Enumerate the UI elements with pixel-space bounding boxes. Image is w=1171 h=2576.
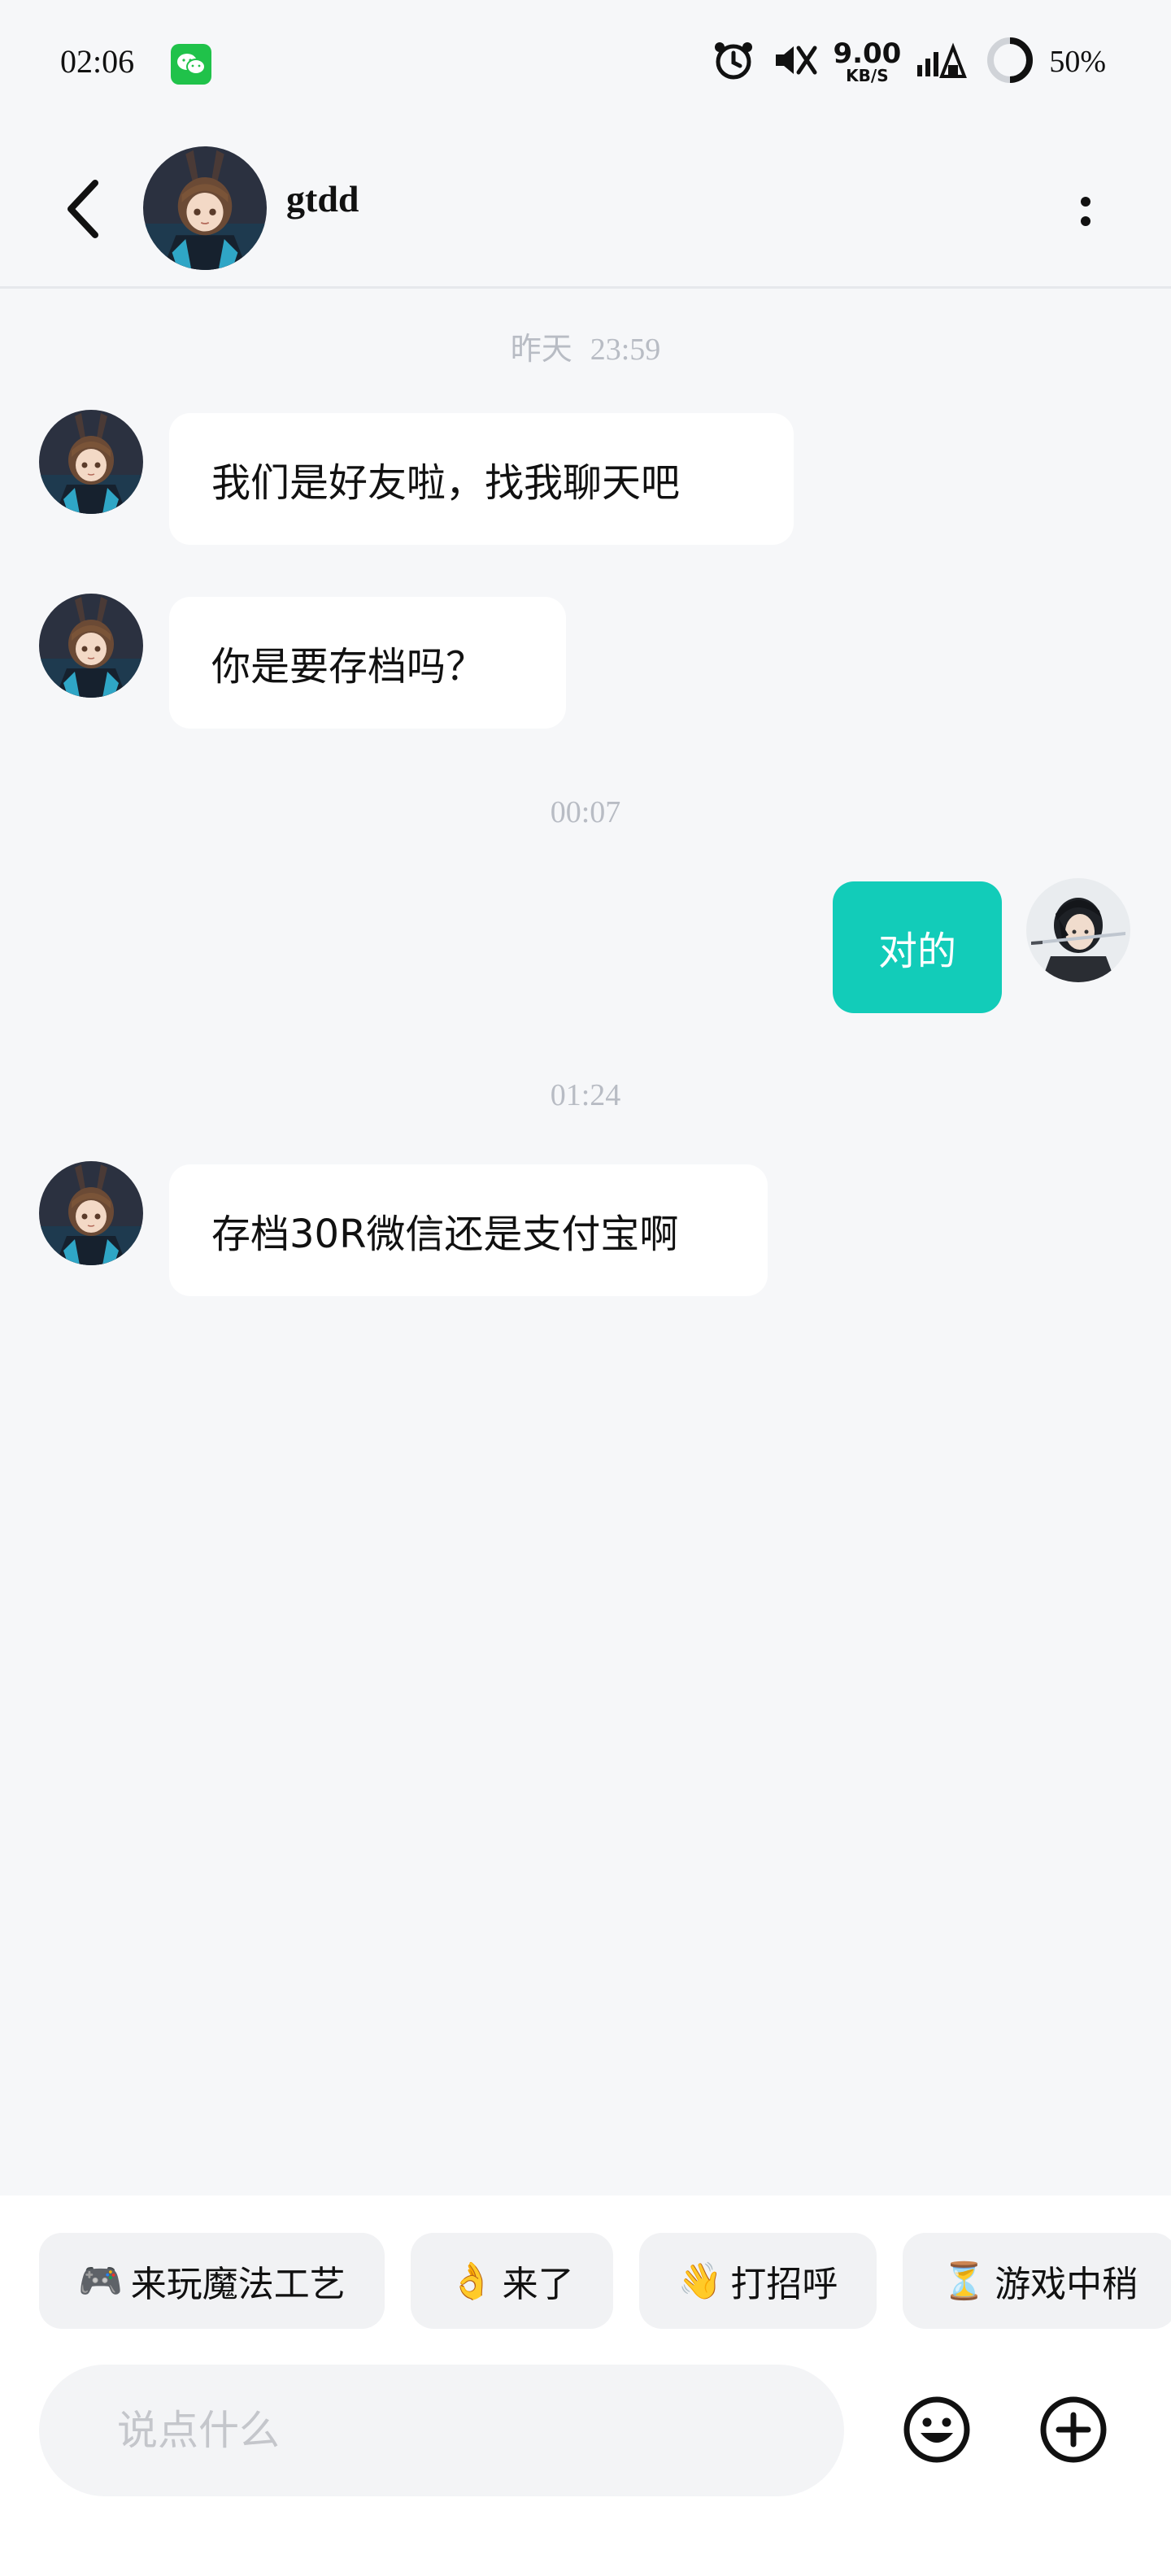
message-bubble-received[interactable]: 我们是好友啦，找我聊天吧 (169, 413, 794, 545)
contact-avatar[interactable] (143, 146, 267, 270)
signal-icon (916, 41, 971, 83)
quick-reply-chip[interactable]: 👌 来了 (410, 2233, 613, 2329)
more-actions-button[interactable] (1039, 2395, 1108, 2464)
timestamp-time: 00:07 (550, 795, 621, 829)
message-bubble-received[interactable]: 存档30R微信还是支付宝啊 (169, 1164, 768, 1296)
emoji-button[interactable] (903, 2395, 971, 2464)
net-speed-unit: KB/S (846, 66, 889, 85)
avatar[interactable] (39, 594, 143, 698)
contact-name[interactable]: gtdd (286, 177, 359, 220)
quick-reply-chip[interactable]: 👋 打招呼 (638, 2233, 877, 2329)
mute-icon (769, 40, 818, 84)
ok-hand-icon: 👌 (449, 2261, 494, 2302)
quick-reply-bar: 🎮 来玩魔法工艺 👌 来了 👋 打招呼 ⏳ 游戏中稍 (39, 2233, 1171, 2330)
quick-reply-chip[interactable]: ⏳ 游戏中稍 (903, 2233, 1171, 2329)
message-bubble-sent[interactable]: 对的 (833, 881, 1002, 1013)
status-bar: 02:06 9.00 KB/S 50% (0, 0, 1171, 130)
avatar[interactable] (39, 410, 143, 514)
smiley-face-icon (903, 2396, 970, 2463)
quick-reply-chip[interactable]: 🎮 来玩魔法工艺 (39, 2233, 385, 2329)
net-speed-value: 9.00 (833, 37, 902, 70)
add-circle-icon (1040, 2396, 1107, 2463)
vertical-dots-icon (1081, 197, 1090, 207)
message-text: 我们是好友啦，找我聊天吧 (211, 460, 681, 506)
chevron-left-icon (67, 180, 98, 238)
back-button[interactable] (50, 172, 115, 246)
my-avatar[interactable] (1026, 878, 1130, 982)
quick-reply-label: 游戏中稍 (995, 2264, 1138, 2305)
message-text: 存档30R微信还是支付宝啊 (211, 1212, 679, 1257)
timestamp-time: 23:59 (590, 333, 661, 367)
avatar[interactable] (39, 1161, 143, 1265)
quick-reply-label: 打招呼 (730, 2264, 838, 2305)
battery-icon (986, 36, 1034, 88)
message-text: 你是要存档吗？ (211, 644, 485, 690)
alarm-icon (712, 40, 755, 84)
battery-percent: 50% (1049, 45, 1106, 79)
gamepad-icon: 🎮 (78, 2261, 123, 2302)
composer-panel: 🎮 来玩魔法工艺 👌 来了 👋 打招呼 ⏳ 游戏中稍 (0, 2195, 1171, 2576)
waving-hand-icon: 👋 (677, 2261, 723, 2302)
more-options-button[interactable] (1057, 179, 1114, 244)
status-time: 02:06 (60, 43, 135, 80)
hourglass-icon: ⏳ (942, 2261, 987, 2302)
timestamp-divider: 01:24 (0, 1077, 1171, 1113)
message-bubble-received[interactable]: 你是要存档吗？ (169, 597, 566, 729)
quick-reply-label: 来了 (502, 2264, 574, 2305)
timestamp-time: 01:24 (550, 1078, 621, 1112)
status-icons: 9.00 KB/S 50% (712, 36, 1106, 88)
timestamp-divider: 昨天 23:59 (0, 324, 1171, 368)
message-text: 对的 (877, 929, 956, 974)
quick-reply-label: 来玩魔法工艺 (130, 2264, 346, 2305)
net-speed: 9.00 KB/S (833, 40, 901, 84)
timestamp-date: 昨天 (510, 331, 572, 367)
message-input[interactable] (39, 2365, 844, 2496)
wechat-icon (171, 44, 211, 85)
chat-header: gtdd (0, 130, 1171, 289)
timestamp-divider: 00:07 (0, 794, 1171, 830)
